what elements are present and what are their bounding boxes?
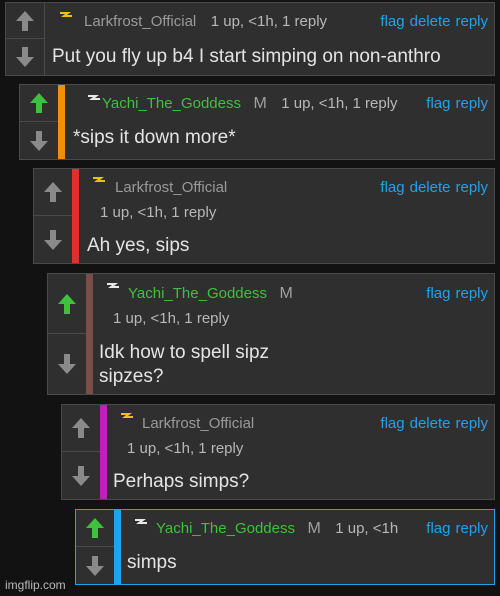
comment-text: *sips it down more* (73, 127, 236, 148)
mod-badge: M (253, 95, 267, 112)
comment-text: Perhaps simps? (113, 471, 250, 492)
downvote-button[interactable] (34, 216, 72, 263)
down-arrow-icon (86, 555, 104, 576)
up-arrow-icon (86, 518, 104, 538)
reply-link[interactable]: reply (455, 285, 488, 302)
upvote-button[interactable] (76, 510, 114, 547)
comment-stats: 1 up, <1h, 1 reply (127, 440, 244, 457)
upvote-button[interactable] (6, 3, 44, 39)
flag-link[interactable]: flag (426, 285, 450, 302)
comment: Yachi_The_Goddess M 1 up, <1h, 1 reply f… (47, 273, 495, 395)
up-arrow-icon (44, 182, 62, 202)
upvote-button[interactable] (62, 405, 100, 452)
mod-badge: M (279, 285, 293, 302)
comment: Larkfrost_Official 1 up, <1h, 1 reply fl… (5, 2, 495, 76)
flag-link[interactable]: flag (426, 95, 450, 112)
flag-link[interactable]: flag (380, 179, 404, 196)
comment: Yachi_The_Goddess M 1 up, <1h, 1 reply f… (19, 84, 495, 160)
lightning-icon (121, 413, 133, 418)
comment-stats: 1 up, <1h (335, 520, 399, 537)
username[interactable]: Yachi_The_Goddess (156, 520, 295, 537)
comment-text: Ah yes, sips (87, 235, 190, 256)
upvote-button[interactable] (48, 274, 86, 334)
username[interactable]: Yachi_The_Goddess (128, 285, 267, 302)
flag-link[interactable]: flag (426, 520, 450, 537)
vote-column (20, 85, 59, 159)
reply-link[interactable]: reply (455, 95, 488, 112)
upvote-button[interactable] (20, 85, 58, 122)
down-arrow-icon (44, 229, 62, 250)
vote-column (48, 274, 87, 394)
vote-column (34, 169, 73, 263)
thread-bar (86, 274, 93, 394)
upvote-button[interactable] (34, 169, 72, 216)
vote-column (62, 405, 101, 499)
thread-bar (100, 405, 107, 499)
comment-text: Idk how to spell sipz (99, 342, 270, 363)
username[interactable]: Larkfrost_Official (84, 13, 196, 30)
downvote-button[interactable] (76, 547, 114, 584)
downvote-button[interactable] (6, 39, 44, 75)
comment: Larkfrost_Official 1 up, <1h, 1 reply fl… (33, 168, 495, 264)
username[interactable]: Larkfrost_Official (115, 179, 227, 196)
vote-column (6, 3, 45, 75)
lightning-icon (88, 95, 100, 100)
comment-highlighted: Yachi_The_Goddess M 1 up, <1h flag reply … (75, 509, 495, 585)
vote-column (76, 510, 115, 584)
comment-text: Put you fly up b4 I start simping on non… (52, 46, 441, 67)
lightning-icon (107, 283, 119, 288)
down-arrow-icon (72, 465, 90, 486)
comment-text-line-2: sipzes? (99, 366, 164, 387)
mod-badge: M (307, 520, 321, 537)
delete-link[interactable]: delete (410, 415, 451, 432)
downvote-button[interactable] (48, 334, 86, 394)
down-arrow-icon (16, 47, 34, 67)
watermark: imgflip.com (5, 578, 66, 592)
thread-bar (114, 510, 121, 584)
delete-link[interactable]: delete (410, 13, 451, 30)
lightning-icon (93, 177, 105, 182)
downvote-button[interactable] (62, 452, 100, 499)
comment-stats: 1 up, <1h, 1 reply (210, 13, 328, 30)
lightning-icon (60, 12, 72, 17)
comment-stats: 1 up, <1h, 1 reply (281, 95, 398, 112)
down-arrow-icon (58, 354, 76, 374)
username[interactable]: Yachi_The_Goddess (102, 95, 241, 112)
thread-bar (72, 169, 79, 263)
downvote-button[interactable] (20, 122, 58, 159)
flag-link[interactable]: flag (380, 415, 404, 432)
reply-link[interactable]: reply (455, 179, 488, 196)
comment-stats: 1 up, <1h, 1 reply (100, 204, 217, 221)
flag-link[interactable]: flag (380, 13, 404, 30)
up-arrow-icon (58, 293, 76, 314)
thread-bar (58, 85, 65, 159)
lightning-icon (135, 519, 147, 524)
up-arrow-icon (16, 10, 34, 31)
down-arrow-icon (30, 130, 48, 151)
comment-stats: 1 up, <1h, 1 reply (113, 310, 230, 327)
delete-link[interactable]: delete (410, 179, 451, 196)
reply-link[interactable]: reply (455, 13, 488, 30)
reply-link[interactable]: reply (455, 415, 488, 432)
comment: Larkfrost_Official 1 up, <1h, 1 reply fl… (61, 404, 495, 500)
up-arrow-icon (72, 418, 90, 438)
reply-link[interactable]: reply (455, 520, 488, 537)
up-arrow-icon (30, 93, 48, 113)
username[interactable]: Larkfrost_Official (142, 415, 254, 432)
comment-text: simps (127, 552, 177, 573)
